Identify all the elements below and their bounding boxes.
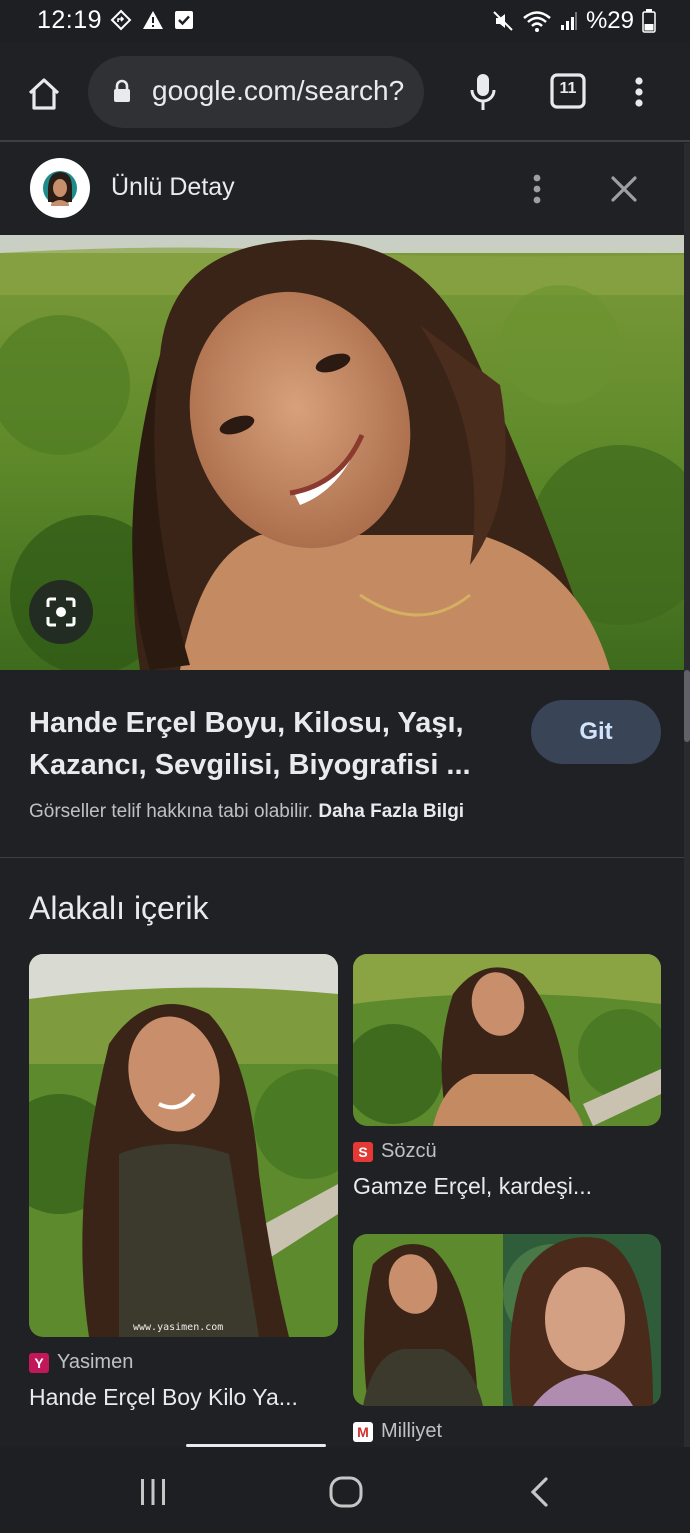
site-logo[interactable] [30, 158, 90, 218]
related-photo [353, 1234, 661, 1406]
source-name: Milliyet [381, 1420, 443, 1442]
source-name: Sözcü [381, 1140, 437, 1162]
related-title[interactable]: Gamze Erçel, kardeşi... [353, 1173, 592, 1200]
scrollbar-track[interactable] [684, 143, 690, 1448]
go-button[interactable]: Git [531, 700, 661, 764]
chrome-menu-button[interactable] [627, 72, 651, 112]
system-icons: %29 [492, 7, 656, 35]
notification-icons [110, 9, 194, 31]
address-bar[interactable]: google.com/search? [88, 56, 424, 128]
home-nav-icon [329, 1476, 363, 1508]
page-title[interactable]: Hande Erçel Boyu, Kilosu, Yaşı, Kazancı,… [29, 702, 509, 786]
voice-search-button[interactable] [466, 70, 500, 114]
related-card-image[interactable] [353, 954, 661, 1126]
signal-icon [560, 12, 577, 30]
yasimen-favicon: Y [29, 1352, 49, 1373]
recents-icon [141, 1479, 165, 1505]
result-menu-button[interactable] [525, 171, 549, 207]
source-name: Yasimen [57, 1351, 134, 1373]
battery-percent: %29 [585, 7, 634, 34]
site-logo-avatar [38, 166, 82, 210]
portrait-photo [0, 235, 684, 670]
lens-icon [46, 597, 76, 627]
copyright-notice: Görseller telif hakkına tabi olabilir. D… [29, 801, 464, 823]
mute-icon [493, 11, 513, 31]
browser-toolbar: google.com/search? 11 [0, 42, 690, 142]
related-heading: Alakalı içerik [29, 890, 209, 926]
learn-more-link[interactable]: Daha Fazla Bilgi [318, 801, 464, 822]
related-title[interactable]: Hande Erçel Boy Kilo Ya... [29, 1384, 298, 1411]
related-card-image[interactable]: www.yasimen.com [29, 954, 338, 1337]
related-photo [29, 954, 338, 1337]
sozcu-favicon: S [353, 1141, 373, 1162]
url-text: google.com/search? [152, 75, 405, 106]
warning-icon [143, 11, 163, 29]
site-name: Ünlü Detay [111, 173, 235, 201]
result-info: Hande Erçel Boyu, Kilosu, Yaşı, Kazancı,… [0, 670, 684, 858]
screen: 12:19 %29 google.com/search? 11 Ünlü Det… [0, 0, 690, 1533]
status-time: 12:19 [37, 6, 103, 34]
image-watermark: www.yasimen.com [133, 1322, 224, 1333]
scrollbar-thumb[interactable] [684, 670, 690, 742]
related-source: M Milliyet [353, 1420, 442, 1443]
home-nav-button[interactable] [327, 1474, 365, 1510]
home-icon [28, 78, 60, 110]
home-button[interactable] [24, 74, 64, 114]
tab-count: 11 [559, 80, 577, 97]
checkbox-notification-icon [175, 11, 193, 29]
navigation-icon [110, 9, 132, 31]
battery-icon [642, 9, 656, 33]
back-icon [530, 1477, 548, 1507]
copyright-text: Görseller telif hakkına tabi olabilir. [29, 801, 314, 822]
preview-image[interactable] [0, 235, 684, 670]
back-button[interactable] [524, 1474, 554, 1510]
close-icon [611, 176, 637, 202]
recents-button[interactable] [135, 1474, 171, 1510]
result-header: Ünlü Detay [0, 143, 684, 235]
more-vert-icon [635, 77, 643, 107]
microphone-icon [470, 74, 496, 110]
lens-search-button[interactable] [29, 580, 93, 644]
status-bar: 12:19 %29 [0, 0, 690, 42]
lock-icon [114, 79, 130, 102]
more-vert-icon [533, 174, 541, 204]
related-photo [353, 954, 661, 1126]
milliyet-favicon: M [353, 1421, 373, 1442]
related-source: Y Yasimen [29, 1351, 133, 1374]
related-card-image[interactable] [353, 1234, 661, 1406]
wifi-icon [523, 11, 551, 32]
related-source: S Sözcü [353, 1140, 437, 1163]
close-button[interactable] [608, 173, 640, 205]
system-nav-bar [0, 1447, 690, 1533]
tab-switcher-button[interactable]: 11 [550, 73, 586, 109]
